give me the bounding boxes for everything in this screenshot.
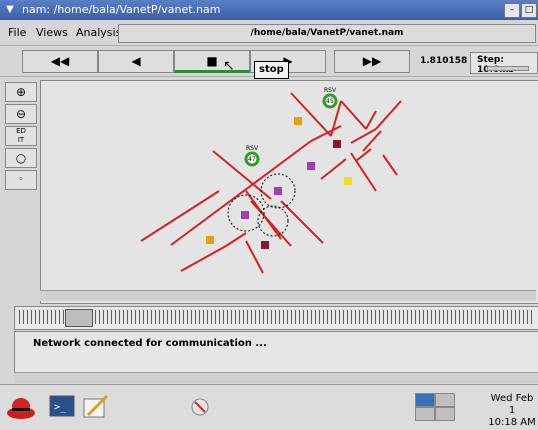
time-slider-thumb[interactable]	[65, 309, 93, 327]
menu-file[interactable]: File	[8, 26, 26, 39]
title-bar: ▼ nam: /home/bala/VanetP/vanet.nam – □	[0, 0, 538, 20]
clock-date: Wed Feb 1	[490, 393, 534, 416]
svg-text:>_: >_	[54, 402, 67, 413]
step-control[interactable]: Step: 10.0ms	[470, 52, 538, 75]
workspace-pager[interactable]	[415, 393, 455, 421]
left-toolbar: ⊕ ⊖ ED IT ○ ◦	[3, 80, 37, 300]
fast-rewind-button[interactable]: ◀◀	[22, 50, 98, 73]
road-segment	[382, 154, 398, 176]
vehicle-node[interactable]	[274, 187, 282, 195]
time-ticks	[19, 310, 535, 324]
clock-time: 10:18 AM	[488, 417, 536, 428]
animation-canvas[interactable]: RSV RSV 45 47	[40, 80, 538, 304]
text-editor-icon[interactable]	[80, 393, 109, 421]
small-circle-icon[interactable]: ◦	[5, 170, 37, 190]
terminal-icon[interactable]: >_	[48, 393, 76, 421]
redhat-icon[interactable]	[6, 393, 35, 421]
file-path: /home/bala/VanetP/vanet.nam	[118, 24, 536, 43]
clock-icon[interactable]	[186, 393, 214, 421]
workspace-2[interactable]	[435, 393, 455, 407]
road-segment	[310, 125, 342, 142]
step-label: Step: 10.0ms	[477, 55, 514, 75]
vehicle-node[interactable]	[344, 177, 352, 185]
mouse-cursor-icon: ↖	[223, 58, 235, 74]
chevron-down-icon[interactable]: ▼	[3, 3, 17, 17]
workspace-1[interactable]	[415, 393, 435, 407]
taskbar: >_ Wed Feb 1 10:18 AM	[0, 384, 538, 430]
circle-icon[interactable]: ○	[5, 148, 37, 168]
vehicle-node[interactable]	[241, 211, 249, 219]
time-readout: 1.810158	[420, 56, 468, 66]
zoom-in-icon[interactable]: ⊕	[5, 82, 37, 102]
minimize-button[interactable]: –	[504, 3, 520, 18]
vehicle-nodes	[206, 117, 352, 249]
vehicle-node[interactable]	[206, 236, 214, 244]
workspace-4[interactable]	[435, 407, 455, 421]
road-segment	[225, 232, 247, 247]
stop-tooltip: stop	[254, 61, 289, 79]
road-segment	[170, 140, 312, 246]
rsu-id: 47	[248, 156, 256, 163]
road-segment	[190, 190, 220, 210]
vehicle-node[interactable]	[333, 140, 341, 148]
rsu-label: RSV	[324, 87, 337, 94]
road-segment	[365, 110, 377, 130]
workspace-3[interactable]	[415, 407, 435, 421]
road-segment	[320, 158, 347, 180]
clock[interactable]: Wed Feb 1 10:18 AM	[486, 393, 538, 429]
road-segment	[250, 200, 292, 247]
road-segment	[280, 200, 324, 244]
stop-button[interactable]: ■	[174, 50, 250, 73]
maximize-button[interactable]: □	[521, 3, 537, 18]
road-network	[140, 92, 402, 274]
menu-views[interactable]: Views	[36, 26, 68, 39]
canvas-horizontal-scrollbar[interactable]	[40, 290, 536, 301]
vehicle-node[interactable]	[261, 241, 269, 249]
rsu-label: RSV	[246, 145, 259, 152]
message-scrollbar[interactable]	[14, 372, 538, 383]
road-segment	[340, 100, 367, 130]
road-segment	[350, 152, 377, 192]
step-slider[interactable]	[487, 66, 529, 71]
network-topology: RSV RSV 45 47	[140, 87, 402, 274]
fast-forward-button[interactable]: ▶▶	[334, 50, 410, 73]
rsu-id: 45	[326, 98, 334, 105]
menu-analysis[interactable]: Analysis	[76, 26, 121, 39]
time-slider[interactable]	[14, 306, 538, 330]
status-message: Network connected for communication ...	[33, 338, 267, 349]
road-segment	[180, 245, 227, 272]
edit-icon[interactable]: ED IT	[5, 126, 37, 146]
vehicle-node[interactable]	[294, 117, 302, 125]
menu-bar: File Views Analysis /home/bala/VanetP/va…	[0, 21, 538, 46]
road-segment	[375, 100, 402, 130]
road-segment	[245, 240, 264, 274]
zoom-out-icon[interactable]: ⊖	[5, 104, 37, 124]
rsu-nodes: RSV RSV 45 47	[244, 87, 338, 167]
vehicle-node[interactable]	[307, 162, 315, 170]
window-title: nam: /home/bala/VanetP/vanet.nam	[22, 3, 221, 16]
rewind-button[interactable]: ◀	[98, 50, 174, 73]
